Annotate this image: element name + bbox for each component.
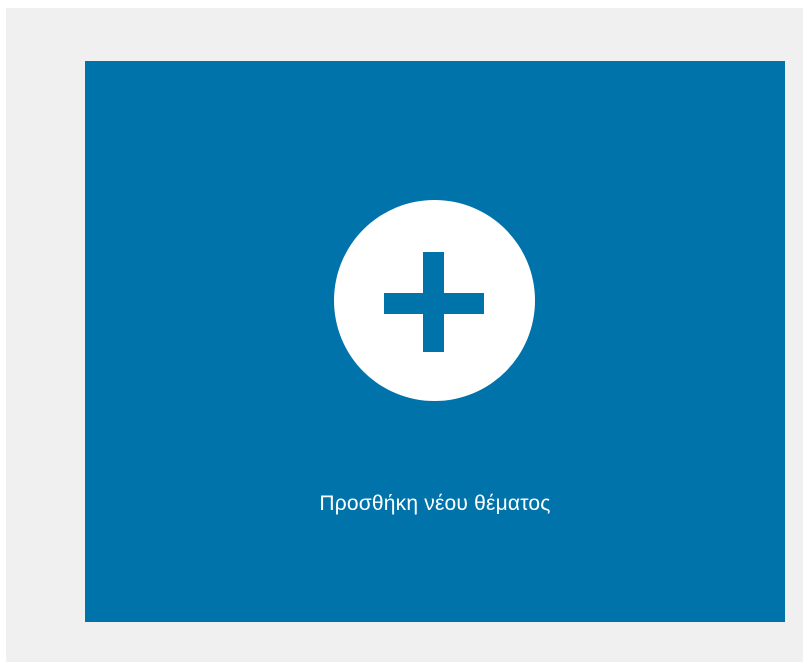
themes-panel: Προσθήκη νέου θέματος [6, 8, 803, 662]
add-new-theme-label: Προσθήκη νέου θέματος [319, 492, 551, 515]
plus-circle-icon [334, 200, 535, 401]
add-new-theme-button[interactable]: Προσθήκη νέου θέματος [85, 61, 785, 622]
plus-icon-horizontal-bar [384, 293, 484, 314]
